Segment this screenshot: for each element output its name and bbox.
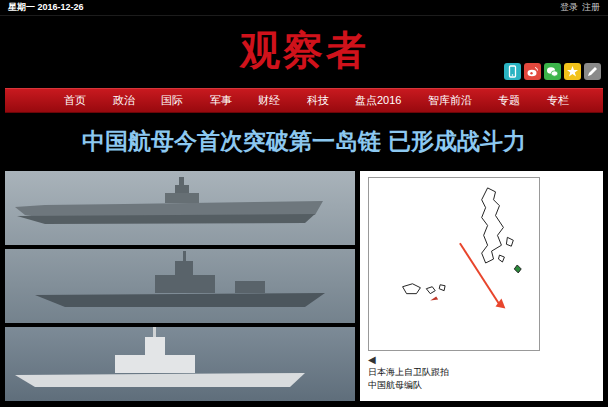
wechat-icon [546, 65, 559, 78]
pencil-icon [586, 65, 599, 78]
destroyer-photo[interactable] [5, 249, 355, 323]
photo-column [5, 171, 355, 401]
caption-line: 中国航母编队 [368, 379, 595, 392]
account-link[interactable]: 注册 [582, 2, 600, 12]
previous-button[interactable]: ◀ [368, 354, 595, 366]
main-nav: 首页政治国际军事财经科技盘点2016 智库前沿专题专栏 [5, 88, 603, 113]
nav-item[interactable]: 专题 [494, 89, 524, 112]
nav-item[interactable]: 智库前沿 [424, 89, 476, 112]
date: 星期一 2016-12-26 [8, 1, 84, 15]
logo[interactable]: 观察者 [240, 31, 369, 71]
nav-item[interactable]: 盘点2016 [351, 89, 405, 112]
frigate-photo[interactable] [5, 327, 355, 401]
nav-item[interactable]: 国际 [157, 89, 187, 112]
wechat-share-button[interactable] [544, 63, 561, 80]
map-image[interactable] [368, 177, 540, 351]
nav-item[interactable]: 专栏 [543, 89, 573, 112]
headline[interactable]: 中国航母今首次突破第一岛链 已形成战斗力 [0, 113, 608, 171]
star-icon [566, 65, 579, 78]
phone-share-button[interactable] [504, 63, 521, 80]
nav-item[interactable]: 财经 [254, 89, 284, 112]
weibo-share-button[interactable] [524, 63, 541, 80]
nav-item[interactable]: 科技 [303, 89, 333, 112]
share-buttons [504, 63, 608, 86]
caption-line: 日本海上自卫队跟拍 [368, 366, 595, 379]
nav-item[interactable]: 军事 [206, 89, 236, 112]
star-share-button[interactable] [564, 63, 581, 80]
header: 观察者 [0, 16, 608, 86]
top-bar: 星期一 2016-12-26 登录注册 [0, 0, 608, 16]
weibo-icon [526, 65, 539, 78]
phone-icon [506, 65, 519, 78]
account-link[interactable]: 登录 [560, 2, 578, 12]
pencil-share-button[interactable] [584, 63, 601, 80]
gallery: ◀ 日本海上自卫队跟拍中国航母编队 [0, 171, 608, 401]
nav-item[interactable]: 首页 [60, 89, 90, 112]
map-panel: ◀ 日本海上自卫队跟拍中国航母编队 [360, 171, 603, 401]
carrier-photo[interactable] [5, 171, 355, 245]
photo-caption: 日本海上自卫队跟拍中国航母编队 [368, 366, 595, 392]
nav-item[interactable]: 政治 [109, 89, 139, 112]
account-links: 登录注册 [556, 1, 600, 15]
